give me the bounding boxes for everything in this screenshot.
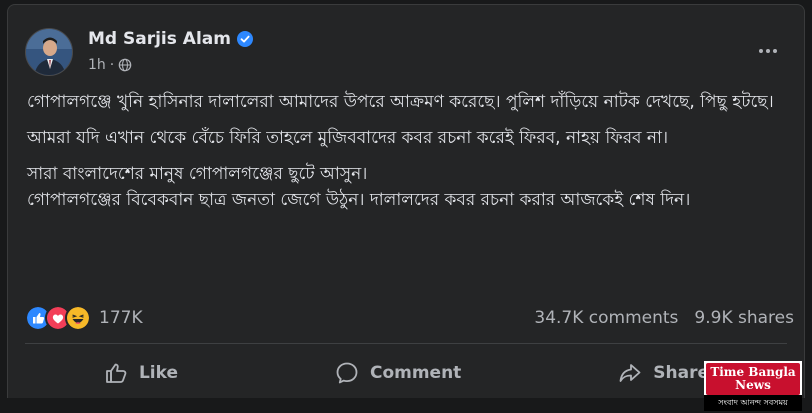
author-row: Md Sarjis Alam: [88, 29, 253, 49]
post-meta: 1h ·: [88, 57, 132, 73]
avatar-image: [26, 29, 72, 75]
comments-count[interactable]: 34.7K comments: [534, 308, 678, 328]
thumbs-up-icon: [106, 363, 127, 383]
share-arrow-icon: [619, 364, 641, 382]
share-button[interactable]: Share: [617, 360, 709, 386]
watermark-tagline: সংবাদ আনন্দ সবসময়: [704, 395, 802, 411]
haha-reaction-icon: [65, 305, 91, 331]
more-options-icon[interactable]: [754, 41, 782, 61]
post-body: গোপালগঞ্জে খুনি হাসিনার দালালেরা আমাদের …: [27, 89, 787, 223]
watermark-logo: Time Bangla News সংবাদ আনন্দ সবসময়: [704, 361, 802, 411]
actions-divider: [25, 343, 787, 344]
avatar[interactable]: [25, 28, 73, 76]
watermark-title: Time Bangla News: [706, 363, 800, 395]
globe-icon[interactable]: [118, 58, 132, 72]
like-button[interactable]: Like: [103, 360, 178, 386]
comment-bubble-icon: [336, 362, 358, 384]
post-card: Md Sarjis Alam 1h · গোপালগঞ্জে খুনি হাসি…: [7, 4, 805, 413]
meta-separator: ·: [109, 57, 115, 73]
bottom-strip: [0, 398, 812, 413]
verified-badge-icon: [236, 31, 253, 47]
post-actions: Like Comment Share: [25, 353, 787, 393]
post-time[interactable]: 1h: [88, 57, 106, 73]
post-paragraph-1: গোপালগঞ্জে খুনি হাসিনার দালালেরা আমাদের …: [27, 92, 774, 112]
comment-button[interactable]: Comment: [334, 360, 461, 386]
share-label: Share: [653, 363, 709, 383]
comment-label: Comment: [369, 363, 462, 383]
engagement-counts: 34.7K comments 9.9K shares: [534, 308, 794, 328]
reactions-summary[interactable]: 177K: [25, 305, 143, 331]
shares-count[interactable]: 9.9K shares: [694, 308, 794, 328]
reactions-count[interactable]: 177K: [99, 308, 143, 328]
watermark-line2: News: [735, 378, 771, 392]
like-label: Like: [138, 363, 179, 383]
author-name[interactable]: Md Sarjis Alam: [88, 29, 231, 49]
post-paragraph-2: আমরা যদি এখান থেকে বেঁচে ফিরি তাহলে মুজি…: [27, 128, 669, 148]
post-paragraph-3: সারা বাংলাদেশের মানুষ গোপালগঞ্জের ছুটে আ…: [27, 164, 691, 210]
